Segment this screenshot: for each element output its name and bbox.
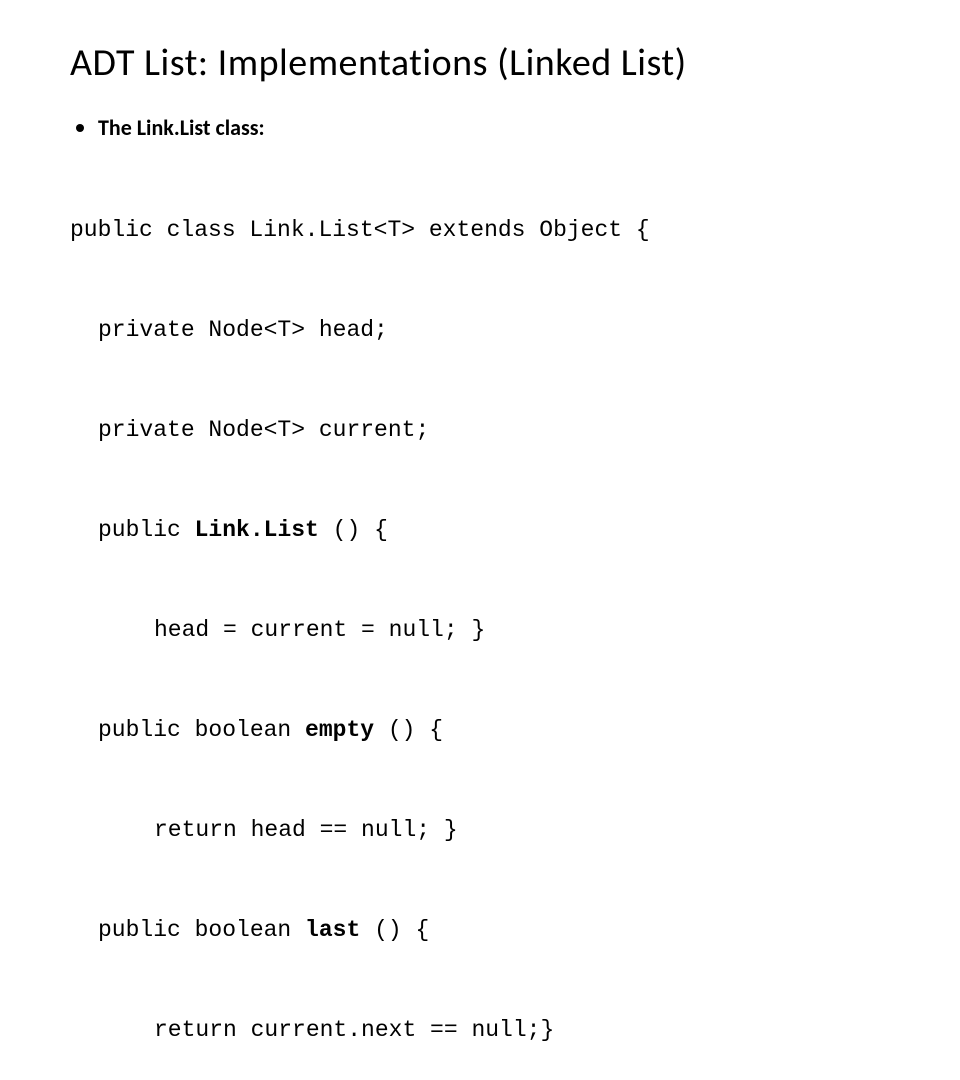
- code-line: head = current = null; }: [70, 614, 900, 647]
- code-line: public Link.List () {: [70, 514, 900, 547]
- code-line: public boolean last () {: [70, 914, 900, 947]
- code-line: public class Link.List<T> extends Object…: [70, 214, 900, 247]
- bullet-text: The Link.List class:: [98, 114, 265, 141]
- code-line: return head == null; }: [70, 814, 900, 847]
- code-line: return current.next == null;}: [70, 1014, 900, 1047]
- code-line: private Node<T> head;: [70, 314, 900, 347]
- code-text-bold: Link.List: [195, 517, 319, 543]
- bullet-item: The Link.List class:: [70, 114, 900, 141]
- code-text: public boolean: [98, 717, 305, 743]
- code-text: () {: [319, 517, 388, 543]
- bullet-dot-icon: [76, 124, 84, 132]
- slide: ADT List: Implementations (Linked List) …: [0, 0, 960, 540]
- code-text: public: [98, 517, 195, 543]
- code-text-bold: empty: [305, 717, 374, 743]
- code-line: public boolean empty () {: [70, 714, 900, 747]
- code-text-bold: last: [305, 917, 360, 943]
- code-block: public class Link.List<T> extends Object…: [70, 147, 900, 1080]
- code-text: () {: [360, 917, 429, 943]
- slide-title: ADT List: Implementations (Linked List): [70, 40, 900, 86]
- code-line: private Node<T> current;: [70, 414, 900, 447]
- code-text: () {: [374, 717, 443, 743]
- code-text: public boolean: [98, 917, 305, 943]
